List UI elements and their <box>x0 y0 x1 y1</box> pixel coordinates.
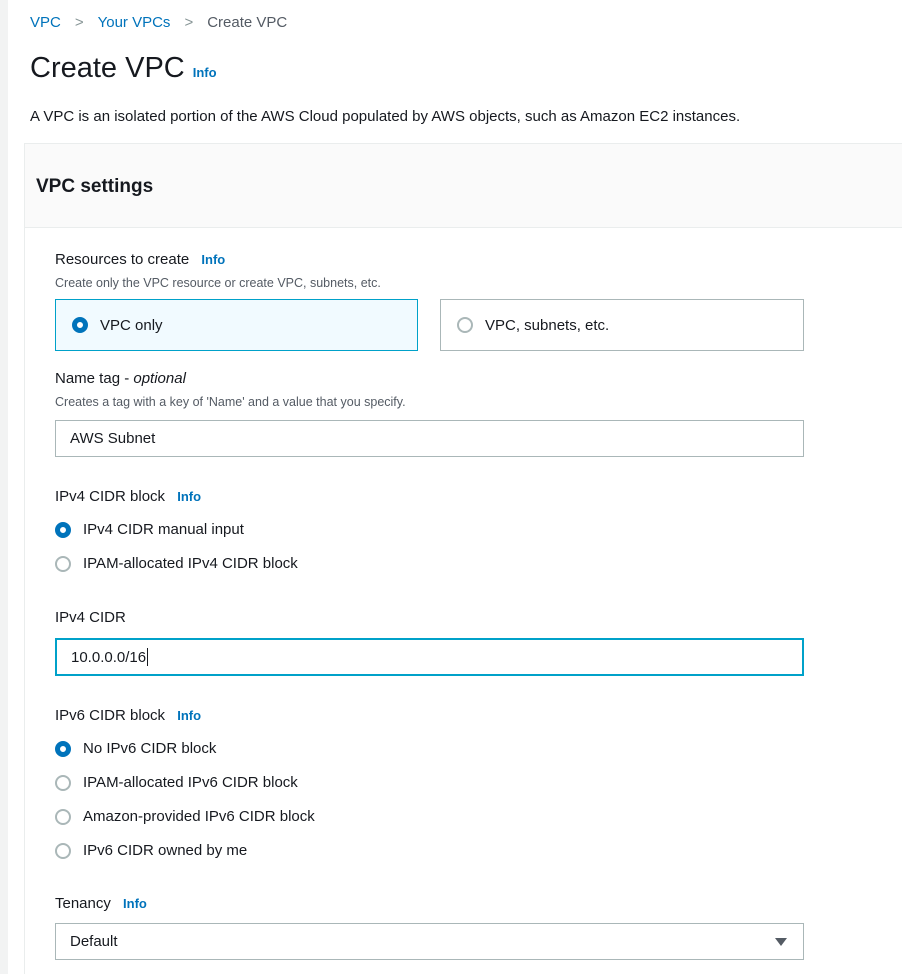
radio-ipv4-manual[interactable]: IPv4 CIDR manual input <box>55 521 244 538</box>
radio-unselected-icon <box>55 555 71 572</box>
name-tag-label: Name tag - optional <box>55 370 186 387</box>
radio-unselected-icon <box>55 842 71 859</box>
breadcrumb-your-vpcs[interactable]: Your VPCs <box>98 14 171 31</box>
ipv4-cidr-value: 10.0.0.0/16 <box>71 648 147 666</box>
tile-vpc-subnets-label: VPC, subnets, etc. <box>485 316 610 334</box>
tenancy-select[interactable]: Default <box>55 923 804 960</box>
panel-header: VPC settings <box>25 144 902 228</box>
radio-ipv4-ipam[interactable]: IPAM-allocated IPv4 CIDR block <box>55 555 298 572</box>
radio-unselected-icon <box>457 317 473 333</box>
side-navigation-strip <box>0 0 8 974</box>
ipv4-block-label: IPv4 CIDR block <box>55 488 166 505</box>
radio-selected-icon <box>55 740 71 757</box>
ipv4-block-label-row: IPv4 CIDR block Info <box>55 488 201 505</box>
ipv4-cidr-input[interactable]: 10.0.0.0/16 <box>55 638 804 676</box>
breadcrumb: VPC > Your VPCs > Create VPC <box>30 14 287 31</box>
breadcrumb-vpc[interactable]: VPC <box>30 14 61 31</box>
radio-ipv4-manual-label: IPv4 CIDR manual input <box>83 521 244 538</box>
resources-description: Create only the VPC resource or create V… <box>55 276 381 290</box>
tenancy-label-row: Tenancy Info <box>55 895 147 912</box>
page-description: A VPC is an isolated portion of the AWS … <box>30 108 741 125</box>
text-cursor <box>147 648 149 666</box>
radio-ipv6-ipam[interactable]: IPAM-allocated IPv6 CIDR block <box>55 774 298 791</box>
page-title-text: Create VPC <box>30 52 185 84</box>
tenancy-info-link[interactable]: Info <box>123 896 147 911</box>
name-tag-value: AWS Subnet <box>70 430 156 447</box>
radio-selected-icon <box>55 521 71 538</box>
resources-label-row: Resources to create Info <box>55 251 225 268</box>
chevron-right-icon: > <box>184 14 194 31</box>
tenancy-label: Tenancy <box>55 895 111 912</box>
tile-vpc-only-label: VPC only <box>100 316 163 334</box>
caret-down-icon <box>775 937 787 946</box>
radio-ipv6-amazon[interactable]: Amazon-provided IPv6 CIDR block <box>55 808 315 825</box>
tile-vpc-only[interactable]: VPC only <box>55 299 418 351</box>
breadcrumb-create-vpc: Create VPC <box>207 14 288 31</box>
radio-selected-icon <box>72 317 88 333</box>
radio-ipv4-ipam-label: IPAM-allocated IPv4 CIDR block <box>83 555 298 572</box>
radio-ipv6-owned-label: IPv6 CIDR owned by me <box>83 842 248 859</box>
chevron-right-icon: > <box>74 14 84 31</box>
ipv4-cidr-label: IPv4 CIDR <box>55 609 126 626</box>
radio-no-ipv6[interactable]: No IPv6 CIDR block <box>55 740 216 757</box>
ipv6-block-label: IPv6 CIDR block <box>55 707 166 724</box>
panel-title: VPC settings <box>36 176 154 197</box>
radio-ipv6-owned[interactable]: IPv6 CIDR owned by me <box>55 842 247 859</box>
vpc-settings-panel: VPC settings Resources to create Info Cr… <box>24 143 902 974</box>
radio-unselected-icon <box>55 774 71 791</box>
radio-ipv6-ipam-label: IPAM-allocated IPv6 CIDR block <box>83 774 298 791</box>
name-tag-label-text: Name tag - <box>55 370 134 387</box>
ipv6-block-info-link[interactable]: Info <box>177 708 201 723</box>
page: VPC > Your VPCs > Create VPC Create VPC … <box>0 0 902 974</box>
resources-label: Resources to create <box>55 251 190 268</box>
radio-ipv6-amazon-label: Amazon-provided IPv6 CIDR block <box>83 808 315 825</box>
page-title: Create VPC Info <box>30 52 217 85</box>
page-info-link[interactable]: Info <box>193 65 217 80</box>
tile-vpc-subnets[interactable]: VPC, subnets, etc. <box>440 299 804 351</box>
radio-no-ipv6-label: No IPv6 CIDR block <box>83 740 217 757</box>
resources-info-link[interactable]: Info <box>201 252 225 267</box>
tenancy-value: Default <box>70 933 118 950</box>
ipv6-block-label-row: IPv6 CIDR block Info <box>55 707 201 724</box>
ipv4-block-info-link[interactable]: Info <box>177 489 201 504</box>
name-tag-input[interactable]: AWS Subnet <box>55 420 804 457</box>
name-tag-description: Creates a tag with a key of 'Name' and a… <box>55 395 406 409</box>
radio-unselected-icon <box>55 808 71 825</box>
name-tag-optional: optional <box>133 370 186 387</box>
